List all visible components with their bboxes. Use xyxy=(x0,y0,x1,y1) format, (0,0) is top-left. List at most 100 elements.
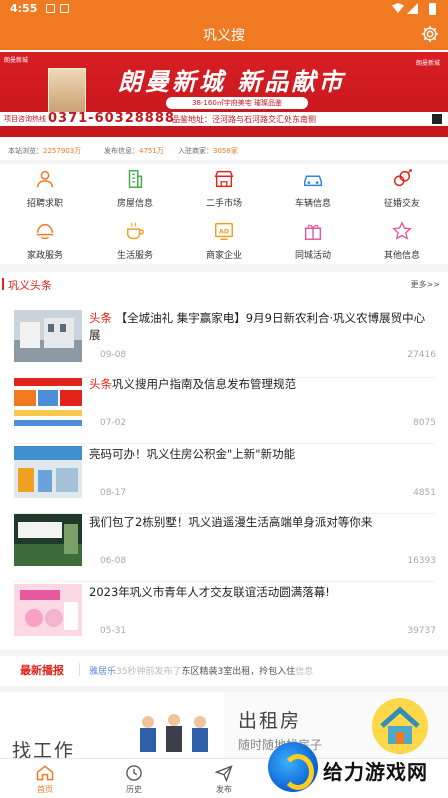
category-label: 商家企业 xyxy=(205,251,242,261)
status-time: 4:55 xyxy=(10,2,38,15)
category-grid: 招聘求职 房屋信息 二手市场 车辆信息 征婚交友 家政服务 生活服务 AD 商家 xyxy=(0,164,448,262)
signal-icon xyxy=(407,3,418,14)
building-icon xyxy=(128,170,143,188)
news-date: 05-31 xyxy=(100,626,127,636)
category-housekeeping[interactable]: 家政服务 xyxy=(0,216,90,265)
category-events[interactable]: 同城活动 xyxy=(268,216,358,265)
watermark: 给力游戏网 xyxy=(268,740,444,798)
category-label: 房屋信息 xyxy=(116,199,153,209)
category-vehicles[interactable]: 车辆信息 xyxy=(268,164,358,213)
stat-merchants: 入驻商家：3058家 xyxy=(178,147,238,155)
home-icon xyxy=(36,765,54,781)
news-views: 4851 xyxy=(413,488,436,498)
app-notification-icon xyxy=(60,4,69,13)
news-title: 头条 【全城油礼 集宇赢家电】9月9日新农利合·巩义农博展贸中心展 xyxy=(89,311,426,342)
news-item[interactable]: 我们包了2栋别墅！巩义逍遥漫生活高端单身派对等你来 06-08 16393 xyxy=(0,514,448,582)
news-tag-badge: 头条 xyxy=(89,311,112,325)
section-accent-bar xyxy=(2,278,4,290)
news-date: 09-08 xyxy=(100,350,127,360)
news-title: 2023年巩义市青年人才交友联谊活动圆满落幕! xyxy=(89,585,330,599)
settings-gear-icon[interactable] xyxy=(420,24,440,44)
tab-home[interactable]: 首页 xyxy=(0,759,90,798)
latest-message: 雅居乐35秒钟前发布了东区精装3室出租，拎包入住信息 xyxy=(89,667,314,677)
home-service-icon xyxy=(36,223,54,240)
promo-find-job[interactable]: 找工作 xyxy=(0,692,222,762)
latest-broadcast[interactable]: 最新播报 雅居乐35秒钟前发布了东区精装3室出租，拎包入住信息 xyxy=(0,656,448,684)
category-second-hand[interactable]: 二手市场 xyxy=(179,164,269,213)
banner-slogan: 朗曼新城 新品献市 xyxy=(118,68,346,96)
news-item[interactable]: 头条巩义搜用户指南及信息发布管理规范 07-02 8075 xyxy=(0,376,448,444)
news-date: 07-02 xyxy=(100,418,127,428)
banner-address: 品鉴地址：泾河路与石河路交汇处东南侧 xyxy=(172,115,316,124)
category-label: 征婚交友 xyxy=(383,199,420,209)
row-divider xyxy=(14,443,434,444)
category-life-services[interactable]: 生活服务 xyxy=(90,216,180,265)
news-item[interactable]: 头条 【全城油礼 集宇赢家电】9月9日新农利合·巩义农博展贸中心展 09-08 … xyxy=(0,310,448,378)
banner-subline: 38-160㎡宇府美宅 璀璨品鉴 xyxy=(166,97,308,109)
banner-logo: 朗曼新城 xyxy=(4,57,29,64)
news-views: 27416 xyxy=(407,350,436,360)
news-title: 亮码可办！巩义住房公积金"上新"新功能 xyxy=(89,447,296,461)
title-bar: 巩义搜 xyxy=(0,18,448,50)
send-icon xyxy=(214,765,233,783)
stat-visits: 本站浏览：2257903万 xyxy=(8,147,82,155)
banner-hotline-bar: 项目咨询热线 0371-60328888 品鉴地址：泾河路与石河路交汇处东南侧 xyxy=(0,111,448,126)
category-business[interactable]: AD 商家企业 xyxy=(179,216,269,265)
news-thumbnail xyxy=(14,514,82,566)
tab-publish[interactable]: 发布 xyxy=(179,759,269,798)
news-item[interactable]: 2023年巩义市青年人才交友联谊活动圆满落幕! 05-31 39737 xyxy=(0,584,448,652)
news-item[interactable]: 亮码可办！巩义住房公积金"上新"新功能 08-17 4851 xyxy=(0,446,448,514)
news-thumbnail xyxy=(14,310,82,362)
tab-label: 首页 xyxy=(37,785,53,794)
banner-brand-right: 朗曼新城 xyxy=(415,60,440,67)
tab-label: 历史 xyxy=(126,785,142,794)
store-icon xyxy=(214,170,234,188)
page-title: 巩义搜 xyxy=(203,28,245,44)
news-date: 06-08 xyxy=(100,556,127,566)
qr-code-icon xyxy=(432,114,442,124)
car-icon xyxy=(304,175,322,187)
gift-icon xyxy=(304,224,322,240)
category-housing[interactable]: 房屋信息 xyxy=(90,164,180,213)
coffee-icon xyxy=(126,222,144,240)
status-bar: 4:55 xyxy=(0,0,448,18)
hotline-label: 项目咨询热线 xyxy=(4,115,46,123)
category-dating[interactable]: 征婚交友 xyxy=(357,164,447,213)
latest-label: 最新播报 xyxy=(20,664,64,677)
news-title: 头条巩义搜用户指南及信息发布管理规范 xyxy=(89,377,296,391)
news-thumbnail xyxy=(14,446,82,498)
tab-label: 发布 xyxy=(216,785,232,794)
promo-rent-title: 出租房 xyxy=(238,710,302,732)
news-thumbnail xyxy=(14,376,82,428)
separator xyxy=(79,663,80,676)
stat-posts: 发布信息：4751万 xyxy=(104,147,164,155)
ad-banner[interactable]: 朗曼新城 朗曼新城 新品献市 38-160㎡宇府美宅 璀璨品鉴 朗曼新城 项目咨… xyxy=(0,52,448,137)
headlines-more-link[interactable]: 更多>> xyxy=(411,279,440,290)
category-label: 家政服务 xyxy=(26,251,63,261)
headlines-title: 巩义头条 xyxy=(8,279,52,292)
notification-icon xyxy=(46,4,55,13)
category-jobs[interactable]: 招聘求职 xyxy=(0,164,90,213)
tab-history[interactable]: 历史 xyxy=(89,759,179,798)
wifi-icon xyxy=(392,3,404,13)
divider xyxy=(0,264,448,272)
category-label: 其他信息 xyxy=(383,251,420,261)
row-divider xyxy=(14,581,434,582)
ad-icon: AD xyxy=(215,222,233,240)
news-title: 我们包了2栋别墅！巩义逍遥漫生活高端单身派对等你来 xyxy=(89,515,373,529)
category-other[interactable]: 其他信息 xyxy=(357,216,447,265)
star-icon xyxy=(392,221,412,240)
news-views: 39737 xyxy=(407,626,436,636)
gender-icon xyxy=(393,169,412,187)
watermark-logo-icon xyxy=(268,742,318,792)
news-date: 08-17 xyxy=(100,488,127,498)
watermark-text: 给力游戏网 xyxy=(323,760,428,784)
headlines-header: 巩义头条 更多>> xyxy=(0,276,448,294)
battery-icon xyxy=(429,3,436,15)
person-icon xyxy=(36,170,54,188)
hotline-number: 0371-60328888 xyxy=(48,111,175,126)
news-tag-badge: 头条 xyxy=(89,377,112,391)
news-thumbnail xyxy=(14,584,82,636)
app-root: 4:55 巩义搜 朗曼新城 朗曼新城 新品献市 38-160㎡宇府美宅 璀璨品鉴… xyxy=(0,0,448,798)
category-label: 同城活动 xyxy=(294,251,331,261)
